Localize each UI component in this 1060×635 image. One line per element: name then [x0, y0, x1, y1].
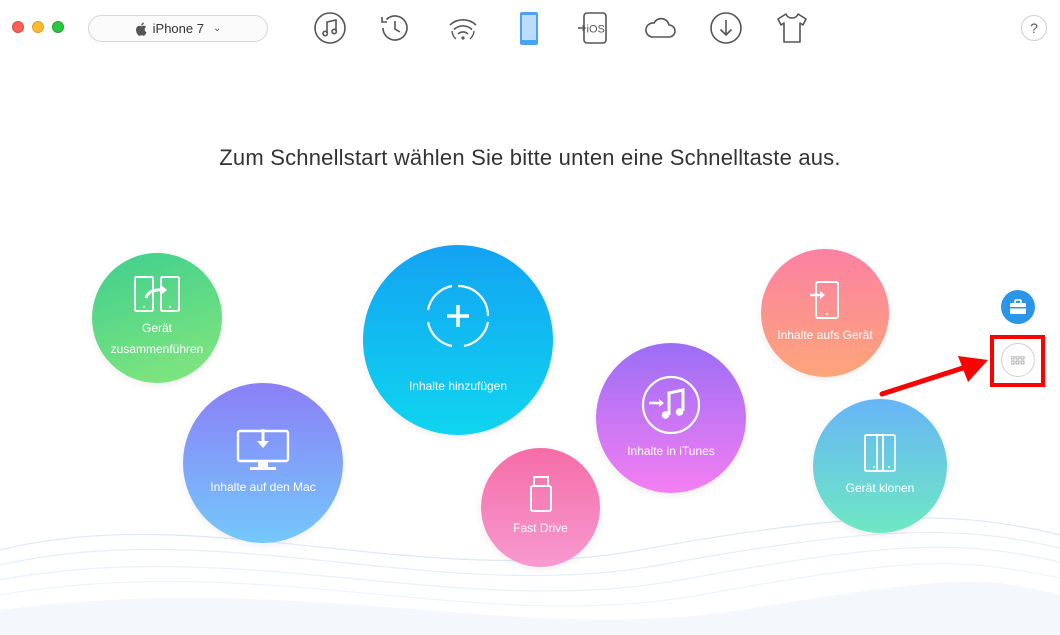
toolbar-shirt-button[interactable]: [774, 10, 810, 46]
content-to-itunes-label: Inhalte in iTunes: [627, 443, 715, 458]
phone-import-icon: [810, 280, 839, 319]
usb-drive-icon: [529, 476, 552, 512]
iphone-icon: [520, 12, 538, 45]
toolbar-icloud-button[interactable]: [642, 10, 678, 46]
shirt-icon: [777, 13, 807, 43]
toolbar-history-button[interactable]: [377, 10, 413, 46]
fast-drive-bubble[interactable]: Fast Drive: [481, 448, 600, 567]
content-to-device-bubble[interactable]: Inhalte aufs Gerät: [761, 249, 889, 377]
ios-mover-icon: iOS: [578, 12, 607, 44]
device-name: iPhone 7: [152, 21, 204, 36]
merge-device-label: Gerät zusammenführen: [110, 321, 204, 356]
toolbar-wifi-button[interactable]: [445, 10, 481, 46]
content-to-mac-label: Inhalte auf den Mac: [210, 479, 316, 494]
toolbar-device-button[interactable]: [511, 10, 547, 46]
history-icon: [381, 15, 408, 41]
zoom-window-button[interactable]: [52, 21, 64, 33]
chevron-down-icon: ⌄: [212, 23, 222, 34]
ios-mover-label: iOS: [587, 24, 605, 36]
wifi-sync-icon: [449, 19, 477, 40]
clone-device-bubble[interactable]: Gerät klonen: [813, 399, 947, 533]
red-arrow-annotation: [879, 356, 988, 397]
close-window-button[interactable]: [12, 21, 24, 33]
toolbox-button[interactable]: [1001, 290, 1035, 324]
content-to-itunes-bubble[interactable]: Inhalte in iTunes: [596, 343, 746, 493]
toolbar-download-button[interactable]: [708, 10, 744, 46]
content-to-device-label: Inhalte aufs Gerät: [777, 327, 873, 342]
add-plus-icon: [426, 284, 490, 347]
music-icon: [314, 12, 346, 44]
toolbox-icon: [1010, 299, 1026, 314]
help-label: ?: [1030, 20, 1038, 36]
monitor-download-icon: [236, 428, 290, 470]
merge-device-bubble[interactable]: Gerät zusammenführen: [92, 253, 222, 383]
clone-phones-icon: [864, 433, 896, 472]
apple-icon: [135, 21, 147, 36]
toolbar-music-button[interactable]: [312, 10, 348, 46]
highlight-box: [990, 335, 1045, 387]
help-button[interactable]: ?: [1021, 15, 1047, 41]
clone-device-label: Gerät klonen: [845, 480, 915, 495]
minimize-window-button[interactable]: [32, 21, 44, 33]
cloud-icon: [645, 17, 676, 38]
content-to-mac-bubble[interactable]: Inhalte auf den Mac: [183, 383, 343, 543]
toolbar-ios-mover-button[interactable]: iOS: [576, 10, 612, 46]
merge-devices-icon: [134, 276, 180, 312]
itunes-note-icon: [641, 375, 701, 434]
title-bar: iPhone 7 ⌄ iOS ?: [0, 0, 1060, 56]
device-selector[interactable]: iPhone 7 ⌄: [88, 15, 268, 42]
add-content-bubble[interactable]: Inhalte hinzufügen: [363, 245, 553, 435]
download-icon: [710, 12, 742, 44]
fast-drive-label: Fast Drive: [513, 521, 568, 535]
page-headline: Zum Schnellstart wählen Sie bitte unten …: [219, 145, 841, 170]
add-content-label: Inhalte hinzufügen: [408, 378, 508, 393]
